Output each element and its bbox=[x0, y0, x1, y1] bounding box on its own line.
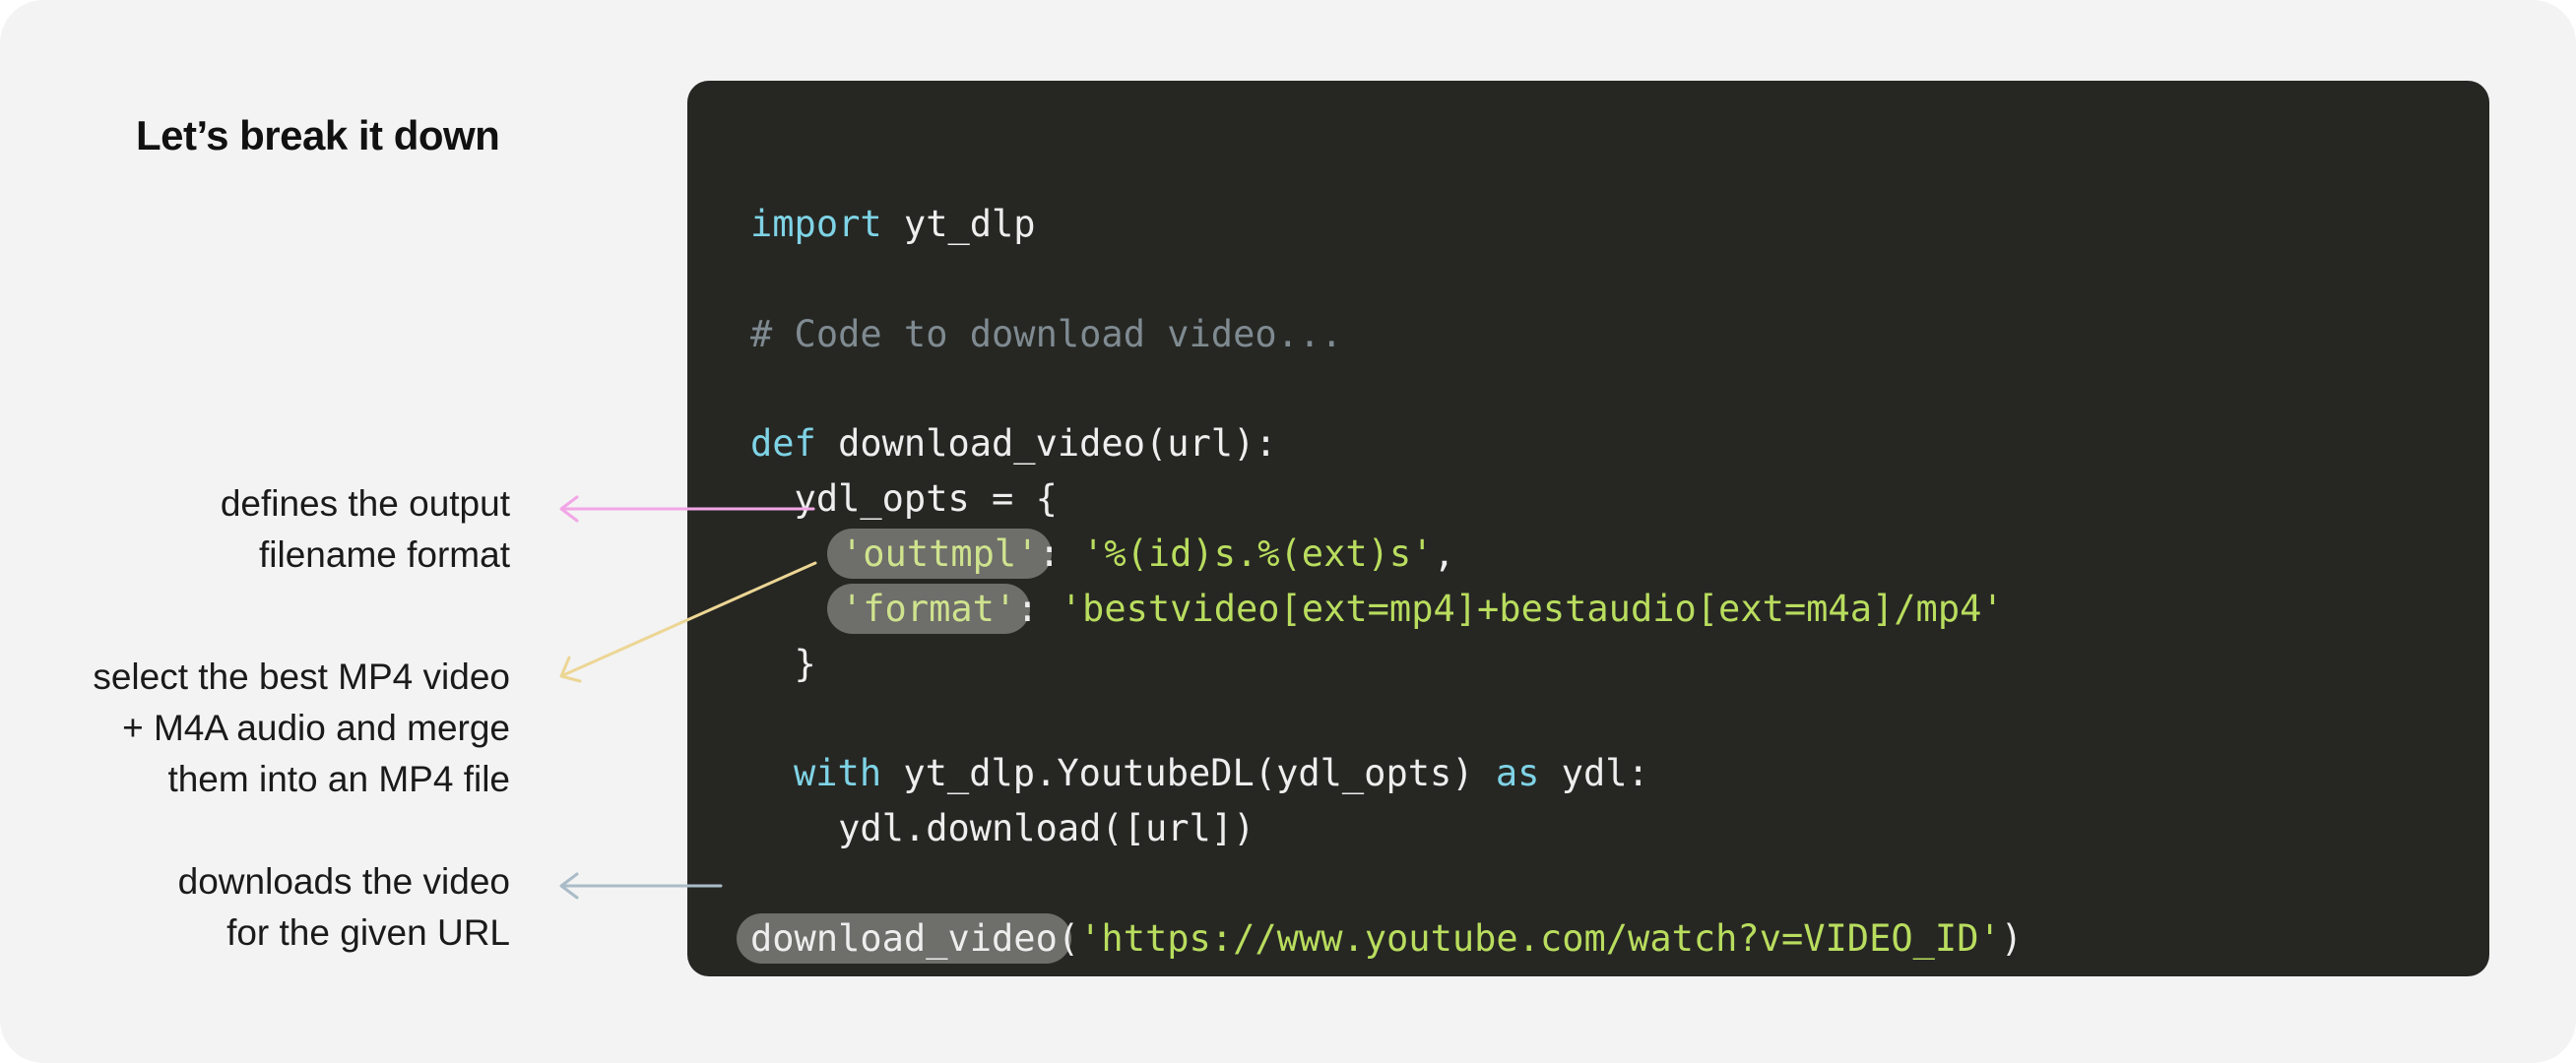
arrows-layer bbox=[559, 495, 817, 900]
diagram-canvas: Let’s break it down defines the output f… bbox=[0, 0, 2576, 1063]
arrow-format bbox=[559, 561, 817, 683]
arrow-call bbox=[559, 872, 723, 900]
arrow-outtmpl bbox=[559, 495, 815, 523]
